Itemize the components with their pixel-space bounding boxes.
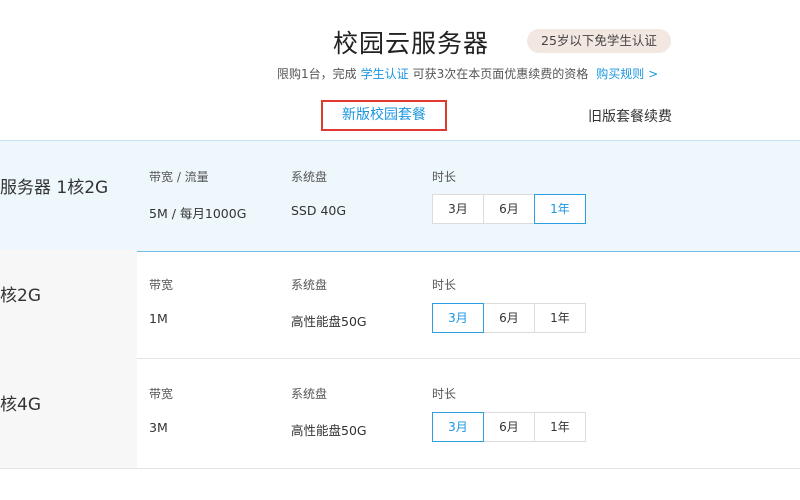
bandwidth-value: 3M [149, 420, 168, 435]
purchase-note-text: 限购1台，完成 [277, 67, 357, 81]
duration-option-3m[interactable]: 3月 [432, 194, 484, 224]
duration-option-3m[interactable]: 3月 [432, 412, 484, 442]
duration-option-1y[interactable]: 1年 [534, 412, 586, 442]
disk-label: 系统盘 [291, 170, 328, 184]
plan-name: 核2G [0, 286, 41, 306]
purchase-rules-link[interactable]: 购买规则 > [596, 67, 658, 81]
duration-option-6m[interactable]: 6月 [483, 194, 535, 224]
bandwidth-label: 带宽 [149, 278, 174, 292]
duration-option-1y[interactable]: 1年 [534, 194, 586, 224]
duration-selector: 3月 6月 1年 [432, 412, 586, 442]
disk-label: 系统盘 [291, 387, 328, 401]
plan-name: 核4G [0, 395, 41, 415]
plan-card[interactable]: 核4G 带宽 3M 系统盘 高性能盘50G 时长 3月 6月 1年 [0, 358, 800, 469]
disk-value: SSD 40G [291, 203, 347, 218]
plan-card[interactable]: 服务器 1核2G 带宽 / 流量 5M / 每月1000G 系统盘 SSD 40… [0, 140, 800, 252]
duration-option-1y[interactable]: 1年 [534, 303, 586, 333]
disk-value: 高性能盘50G [291, 423, 367, 438]
duration-option-6m[interactable]: 6月 [483, 412, 535, 442]
disk-label: 系统盘 [291, 278, 328, 292]
duration-selector: 3月 6月 1年 [432, 194, 586, 224]
purchase-note-text-2: 可获3次在本页面优惠续费的资格 [412, 67, 589, 81]
student-cert-link[interactable]: 学生认证 [361, 67, 409, 81]
bandwidth-value: 5M / 每月1000G [149, 206, 247, 221]
duration-option-3m[interactable]: 3月 [432, 303, 484, 333]
page-title: 校园云服务器 [333, 29, 490, 58]
disk-value: 高性能盘50G [291, 314, 367, 329]
duration-label: 时长 [432, 278, 457, 292]
title-row: 校园云服务器 25岁以下免学生认证 [0, 22, 800, 62]
duration-option-6m[interactable]: 6月 [483, 303, 535, 333]
tab-new-campus-package[interactable]: 新版校园套餐 [321, 100, 447, 131]
duration-label: 时长 [432, 170, 457, 184]
purchase-note: 限购1台，完成 学生认证 可获3次在本页面优惠续费的资格 购买规则 > [277, 65, 658, 82]
duration-label: 时长 [432, 387, 457, 401]
plan-name: 服务器 1核2G [0, 178, 109, 198]
bandwidth-value: 1M [149, 311, 168, 326]
bandwidth-label: 带宽 [149, 387, 174, 401]
student-badge: 25岁以下免学生认证 [527, 29, 671, 53]
plan-card[interactable]: 核2G 带宽 1M 系统盘 高性能盘50G 时长 3月 6月 1年 [0, 250, 800, 359]
tab-old-package-renewal[interactable]: 旧版套餐续费 [588, 106, 672, 126]
bandwidth-label: 带宽 / 流量 [149, 170, 209, 184]
duration-selector: 3月 6月 1年 [432, 303, 586, 333]
